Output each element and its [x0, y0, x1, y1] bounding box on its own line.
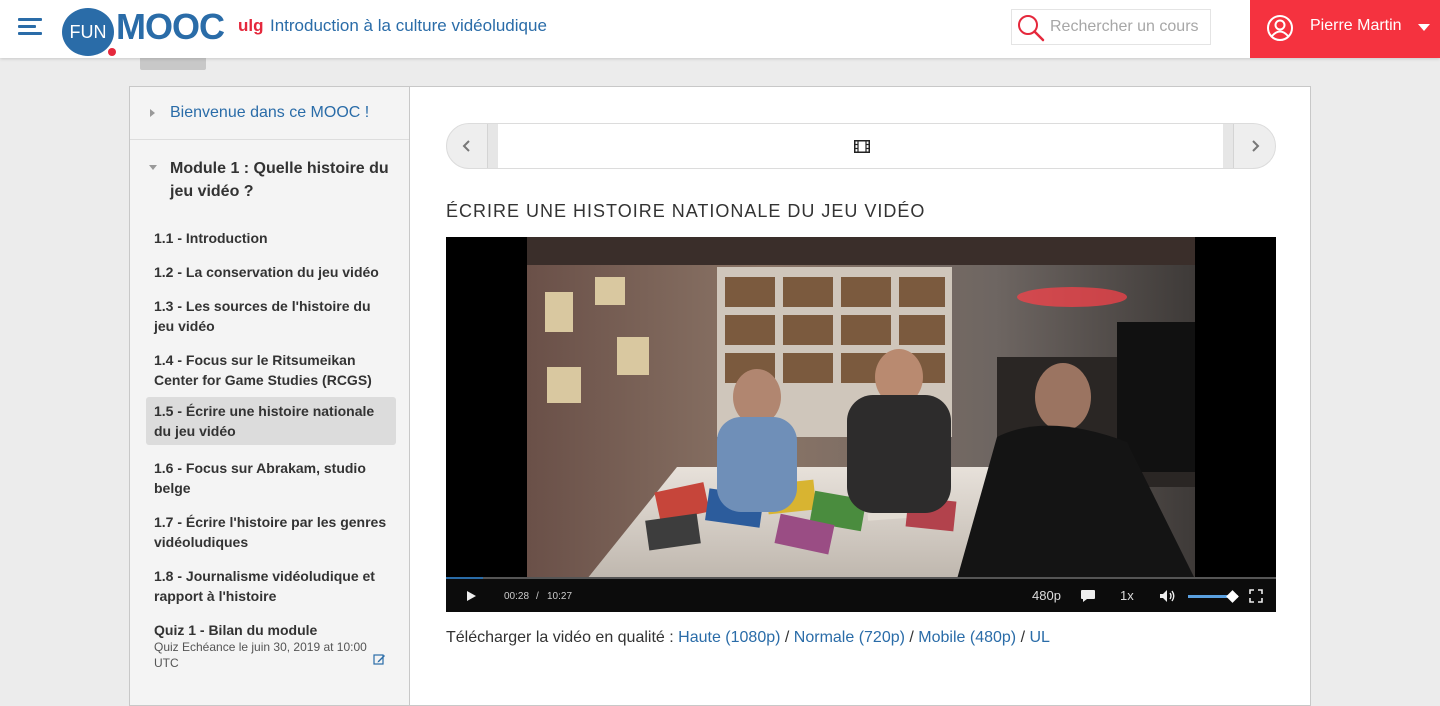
- top-bar: FUN MOOC ulg Introduction à la culture v…: [0, 0, 1440, 58]
- sidebar-item-1-7[interactable]: 1.7 - Écrire l'histoire par les genres v…: [146, 508, 396, 556]
- search-box: [1011, 9, 1211, 45]
- hidden-tab[interactable]: [140, 58, 206, 70]
- next-unit-button[interactable]: [1235, 124, 1275, 168]
- download-separator: /: [780, 629, 794, 646]
- courseware-card: Bienvenue dans ce MOOC ! Module 1 : Quel…: [129, 86, 1311, 706]
- download-high-link[interactable]: Haute (1080p): [678, 629, 780, 646]
- play-icon[interactable]: [465, 590, 477, 602]
- sequence-navigation: [446, 123, 1276, 169]
- tab-edge-right: [1223, 124, 1233, 168]
- edit-icon[interactable]: [373, 653, 386, 666]
- time-separator: /: [536, 591, 539, 602]
- logo-fun-circle: FUN: [62, 8, 114, 56]
- caret-down-icon: [1418, 24, 1430, 31]
- chevron-left-icon: [462, 140, 470, 152]
- course-title[interactable]: Introduction à la culture vidéoludique: [270, 16, 547, 36]
- sidebar-item-1-4[interactable]: 1.4 - Focus sur le Ritsumeikan Center fo…: [146, 346, 396, 394]
- video-controls: 00:28 / 10:27 480p 1x: [446, 579, 1276, 612]
- video-film-icon: [854, 140, 870, 153]
- chapter-welcome[interactable]: Bienvenue dans ce MOOC !: [130, 87, 409, 140]
- volume-slider-handle[interactable]: [1226, 590, 1239, 603]
- sidebar-item-1-3[interactable]: 1.3 - Les sources de l'histoire du jeu v…: [146, 292, 396, 340]
- menu-icon[interactable]: [18, 18, 42, 36]
- volume-icon[interactable]: [1159, 589, 1177, 603]
- chevron-right-icon: [1252, 140, 1260, 152]
- sidebar-item-1-5[interactable]: 1.5 - Écrire une histoire nationale du j…: [146, 397, 396, 445]
- video-player[interactable]: 00:28 / 10:27 480p 1x: [446, 237, 1276, 612]
- unit-content: ÉCRIRE UNE HISTOIRE NATIONALE DU JEU VID…: [411, 87, 1311, 705]
- fullscreen-icon[interactable]: [1249, 589, 1263, 603]
- sidebar-item-1-6[interactable]: 1.6 - Focus sur Abrakam, studio belge: [146, 454, 396, 502]
- speed-button[interactable]: 1x: [1120, 588, 1134, 603]
- download-normal-link[interactable]: Normale (720p): [794, 629, 905, 646]
- tab-edge-left: [488, 124, 498, 168]
- user-avatar-icon: [1267, 15, 1293, 41]
- download-separator: /: [904, 629, 919, 646]
- download-mobile-link[interactable]: Mobile (480p): [918, 629, 1016, 646]
- logo-dot: [108, 48, 116, 56]
- download-ul-link[interactable]: UL: [1029, 629, 1049, 646]
- duration: 10:27: [547, 591, 573, 602]
- previous-unit-button[interactable]: [447, 124, 487, 168]
- caret-right-icon: [150, 109, 155, 117]
- fun-mooc-logo[interactable]: FUN MOOC: [62, 4, 238, 56]
- user-name: Pierre Martin: [1310, 17, 1402, 34]
- video-frame-image[interactable]: [527, 237, 1195, 579]
- current-time: 00:28: [504, 591, 530, 602]
- sidebar-item-1-1[interactable]: 1.1 - Introduction: [146, 224, 396, 252]
- volume-slider[interactable]: [1188, 590, 1239, 603]
- user-menu-button[interactable]: Pierre Martin: [1250, 0, 1440, 58]
- quality-button[interactable]: 480p: [1032, 588, 1061, 603]
- captions-icon[interactable]: [1080, 589, 1096, 603]
- unit-title: ÉCRIRE UNE HISTOIRE NATIONALE DU JEU VID…: [446, 201, 926, 221]
- quiz-due-date: Quiz Echéance le juin 30, 2019 at 10:00 …: [154, 640, 367, 670]
- search-input[interactable]: [1050, 14, 1208, 40]
- chapter-welcome-label: Bienvenue dans ce MOOC !: [170, 104, 370, 121]
- unit-tab-video[interactable]: [487, 124, 1234, 168]
- search-icon[interactable]: [1016, 13, 1046, 43]
- download-prefix: Télécharger la vidéo en qualité :: [446, 629, 674, 646]
- course-navigation: Bienvenue dans ce MOOC ! Module 1 : Quel…: [130, 87, 410, 705]
- sidebar-item-1-2[interactable]: 1.2 - La conservation du jeu vidéo: [146, 258, 396, 286]
- download-links: Télécharger la vidéo en qualité : Haute …: [446, 629, 1050, 647]
- chapter-module-label: Module 1 : Quelle histoire du jeu vidéo …: [170, 160, 389, 200]
- caret-down-icon: [149, 165, 157, 170]
- org-name: ulg: [238, 16, 264, 35]
- sidebar-item-1-8[interactable]: 1.8 - Journalisme vidéoludique et rappor…: [146, 562, 396, 610]
- download-separator: /: [1016, 629, 1030, 646]
- logo-mooc-word: MOOC: [116, 6, 225, 47]
